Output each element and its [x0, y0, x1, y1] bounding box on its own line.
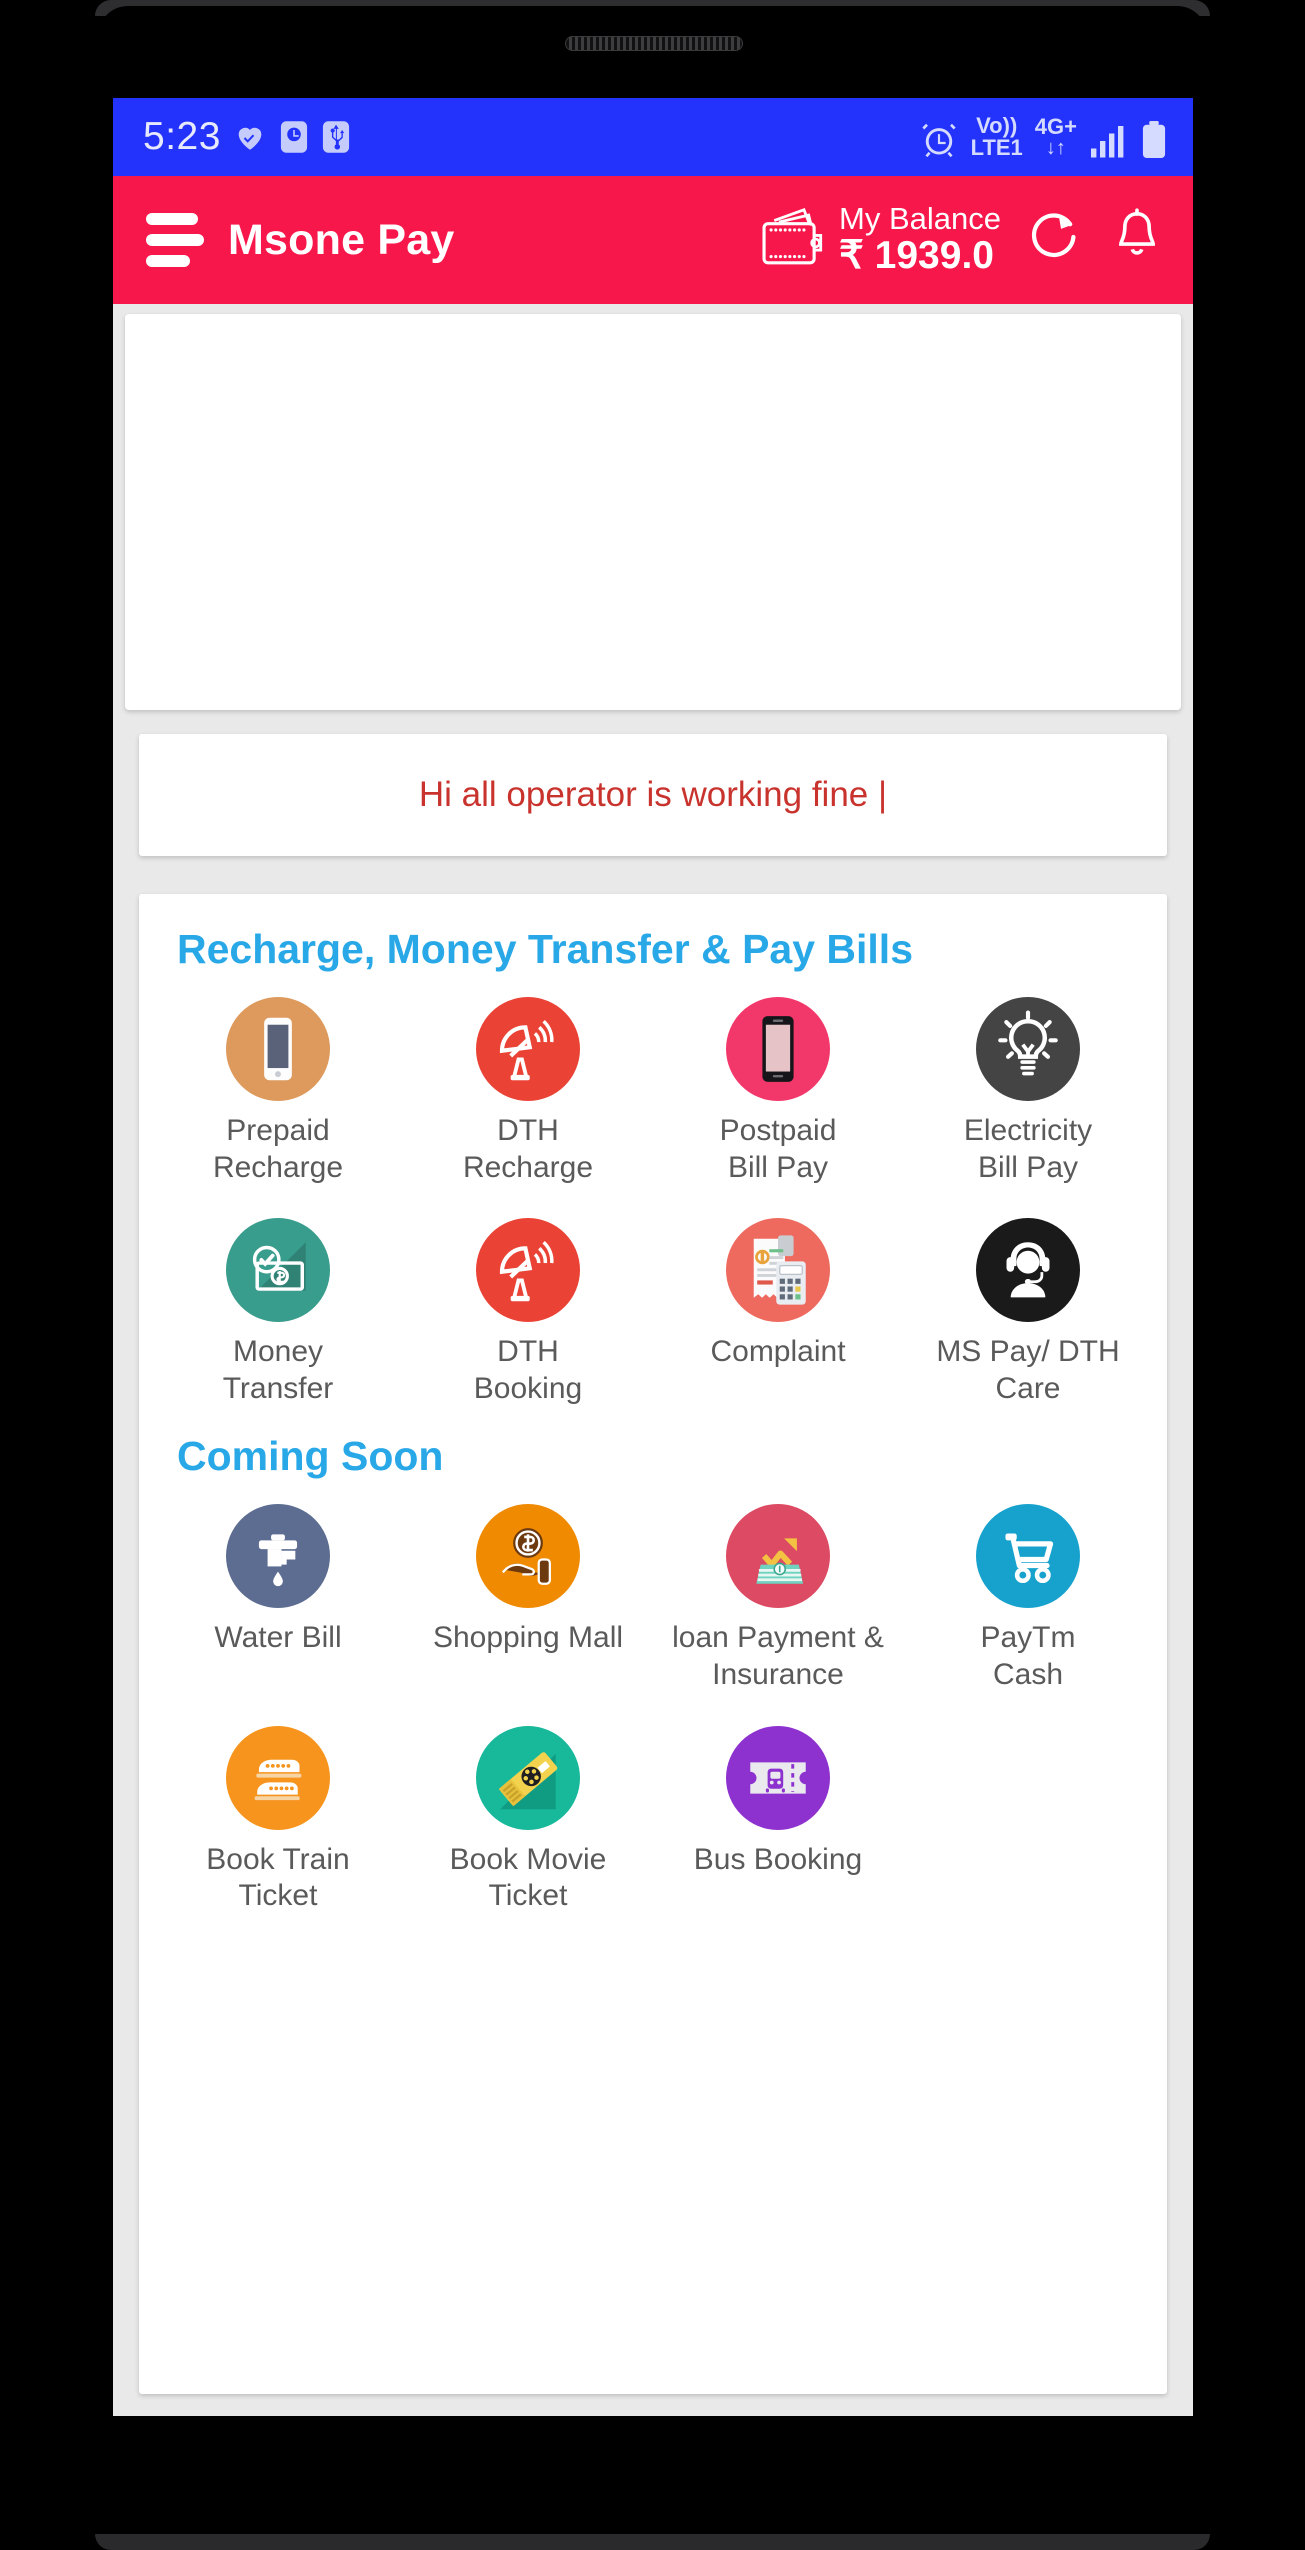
services-section-title: Recharge, Money Transfer & Pay Bills [177, 926, 913, 972]
earpiece-speaker [565, 36, 743, 51]
water-tap-icon [226, 1504, 330, 1609]
coming-soon-tile-empty [903, 1720, 1153, 1915]
refresh-icon[interactable] [1027, 208, 1085, 271]
coming-soon-tile-loan-payment-insurance[interactable]: loan Payment & Insurance [653, 1498, 903, 1693]
alarm-square-icon [279, 120, 309, 154]
services-grid: Prepaid Recharge DTH Recharge Postpaid B… [153, 991, 1153, 1407]
coming-soon-section-title: Coming Soon [177, 1433, 444, 1480]
smartphone-icon [226, 997, 330, 1101]
coming-soon-tile-label: Book Movie Ticket [449, 1842, 607, 1913]
usb-icon [321, 120, 351, 154]
network-type-label: 4G+ [1034, 113, 1077, 139]
coming-soon-tile-label: Shopping Mall [432, 1621, 624, 1655]
volte-line-2: LTE1 [970, 135, 1023, 161]
coming-soon-tile-book-train-ticket[interactable]: Book Train Ticket [153, 1720, 403, 1915]
coming-soon-tile-bus-booking[interactable]: Bus Booking [653, 1720, 903, 1915]
app-bar-actions: My Balance ₹ 1939.0 [757, 203, 1163, 276]
battery-icon [1141, 121, 1167, 159]
shopping-cart-icon [976, 1504, 1080, 1609]
coming-soon-tile-paytm-cash[interactable]: PayTm Cash [903, 1498, 1153, 1693]
service-tile-label: Prepaid Recharge [212, 1114, 344, 1184]
light-bulb-icon [976, 997, 1080, 1101]
service-tile-ms-pay-dth-care[interactable]: MS Pay/ DTH Care [903, 1212, 1153, 1407]
bell-icon[interactable] [1111, 208, 1163, 271]
service-tile-label: MS Pay/ DTH Care [936, 1335, 1120, 1405]
service-tile-label: Postpaid Bill Pay [719, 1114, 837, 1184]
app-bar: Msone Pay My Balance ₹ 1939.0 [113, 176, 1193, 304]
service-tile-prepaid-recharge[interactable]: Prepaid Recharge [153, 991, 403, 1186]
bus-ticket-icon [726, 1725, 830, 1830]
bezel-bottom [95, 2534, 1210, 2550]
volte-indicator: Vo)) LTE1 [971, 115, 1023, 159]
status-bar-left: 5:23 [143, 115, 351, 159]
invoice-calculator-icon [726, 1218, 830, 1323]
coming-soon-tile-book-movie-ticket[interactable]: Book Movie Ticket [403, 1720, 653, 1915]
status-bar-right: Vo)) LTE1 4G+ ↓↑ [919, 115, 1167, 159]
wallet-icon [757, 205, 829, 274]
alarm-clock-icon [919, 119, 959, 159]
headset-support-icon [976, 1218, 1080, 1323]
satellite-dish-icon [476, 997, 580, 1101]
money-growth-icon [726, 1504, 830, 1609]
coming-soon-tile-label: Bus Booking [693, 1842, 863, 1876]
coming-soon-tile-label: Water Bill [214, 1621, 342, 1655]
service-tile-electricity-bill-pay[interactable]: Electricity Bill Pay [903, 991, 1153, 1186]
money-check-icon [226, 1218, 330, 1323]
balance-label: My Balance [839, 201, 1001, 237]
coming-soon-tile-label: Book Train Ticket [206, 1842, 350, 1913]
movie-ticket-icon [476, 1725, 580, 1830]
coming-soon-tile-shopping-mall[interactable]: Shopping Mall [403, 1498, 653, 1693]
service-tile-postpaid-bill-pay[interactable]: Postpaid Bill Pay [653, 991, 903, 1186]
balance-text-block: My Balance ₹ 1939.0 [839, 203, 1001, 276]
service-tile-money-transfer[interactable]: Money Transfer [153, 1212, 403, 1407]
signal-bars-icon [1089, 123, 1129, 159]
network-type-indicator: 4G+ ↓↑ [1035, 115, 1077, 159]
train-icon [226, 1725, 330, 1830]
notice-banner: Hi all operator is working fine | [139, 734, 1167, 856]
service-tile-dth-recharge[interactable]: DTH Recharge [403, 991, 653, 1186]
service-tile-label: Electricity Bill Pay [963, 1114, 1093, 1184]
mobile-phone-icon [726, 997, 830, 1101]
notice-text: Hi all operator is working fine | [418, 775, 888, 814]
coming-soon-tile-water-bill[interactable]: Water Bill [153, 1498, 403, 1693]
balance-button[interactable]: My Balance ₹ 1939.0 [757, 203, 1001, 276]
main-content: Hi all operator is working fine | Rechar… [113, 304, 1193, 2416]
status-bar: 5:23 Vo)) LTE1 4G+ ↓↑ [113, 98, 1193, 176]
app-title: Msone Pay [228, 215, 455, 264]
status-time: 5:23 [143, 115, 221, 158]
service-tile-label: DTH Booking [473, 1335, 583, 1405]
data-arrows-label: ↓↑ [1045, 137, 1066, 160]
coming-soon-tile-label: PayTm Cash [980, 1621, 1076, 1691]
coming-soon-tile-label: loan Payment & Insurance [672, 1621, 884, 1691]
service-tile-label: Complaint [710, 1335, 846, 1369]
volte-line-1: Vo)) [976, 113, 1018, 139]
promo-banner[interactable] [125, 314, 1181, 710]
services-card: Recharge, Money Transfer & Pay Bills Pre… [139, 894, 1167, 2394]
device-frame: 5:23 Vo)) LTE1 4G+ ↓↑ Msone Pay My Balan… [0, 0, 1305, 2550]
phone-screen: 5:23 Vo)) LTE1 4G+ ↓↑ Msone Pay My Balan… [113, 98, 1193, 2416]
satellite-dish-icon [476, 1218, 580, 1323]
service-tile-label: Money Transfer [222, 1335, 334, 1405]
service-tile-dth-booking[interactable]: DTH Booking [403, 1212, 653, 1407]
service-tile-label: DTH Recharge [462, 1114, 594, 1184]
balance-amount: ₹ 1939.0 [839, 233, 994, 277]
hand-coin-icon [476, 1504, 580, 1609]
hamburger-menu-icon[interactable] [146, 213, 204, 267]
service-tile-complaint[interactable]: Complaint [653, 1212, 903, 1407]
coming-soon-grid: Water Bill Shopping Mall loan Payment & … [153, 1498, 1153, 1914]
heart-icon [233, 120, 267, 154]
